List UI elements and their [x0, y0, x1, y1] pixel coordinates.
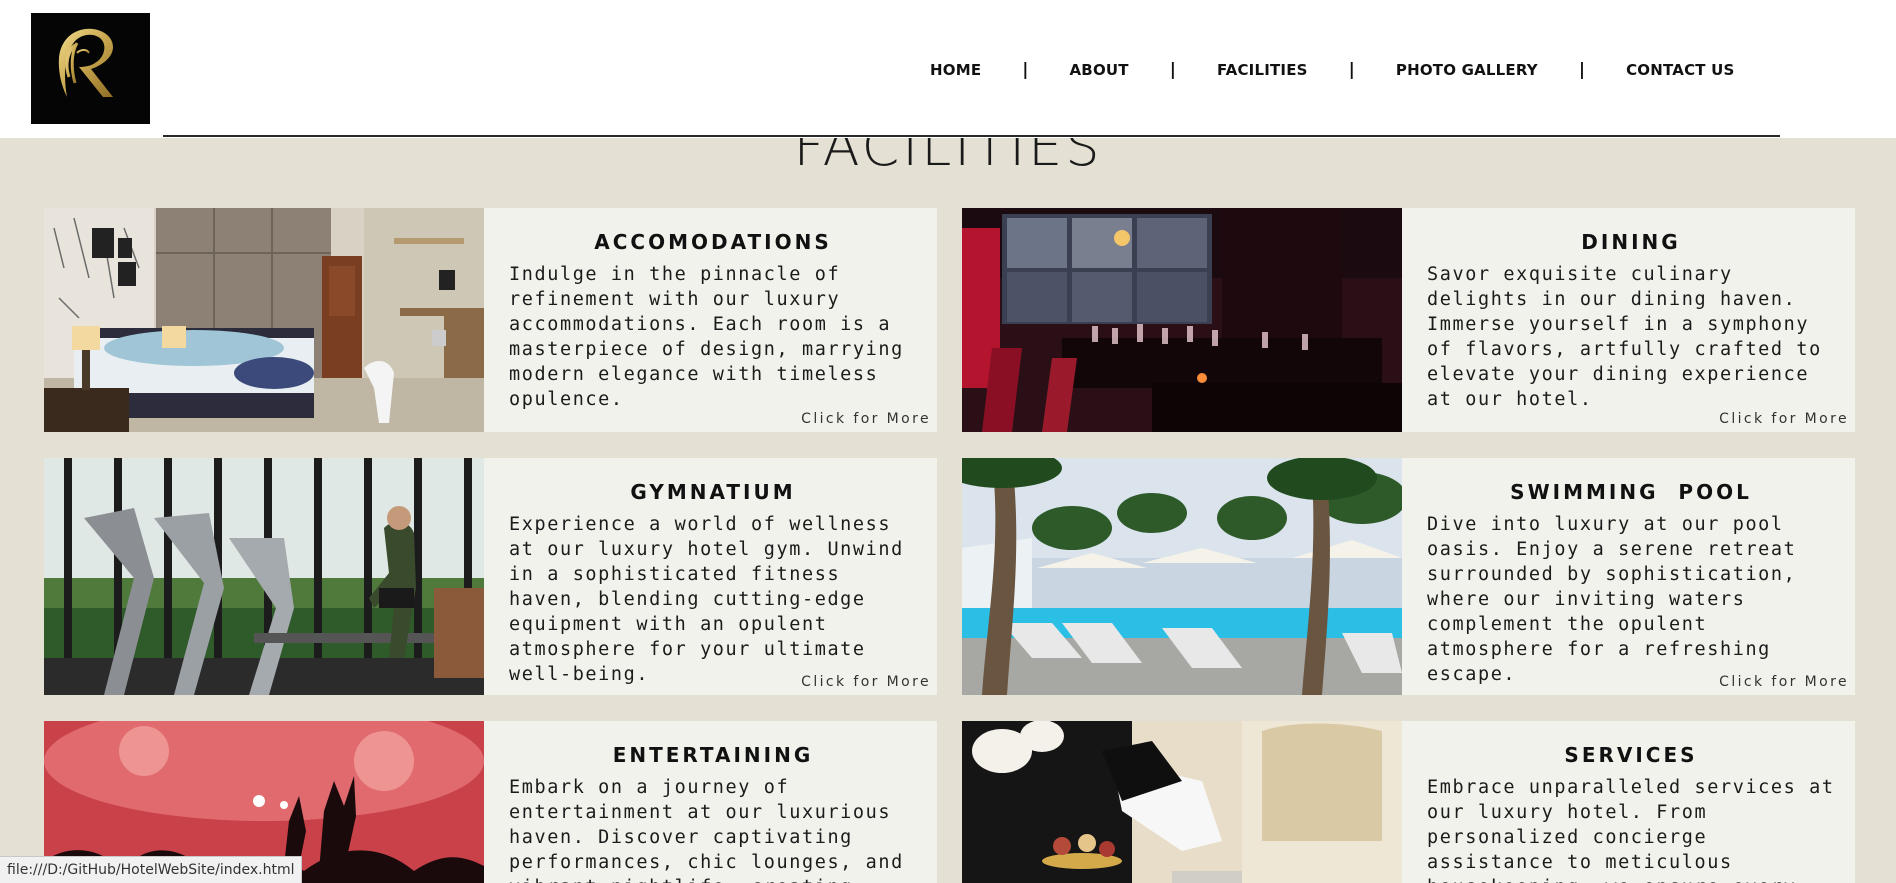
logo-r-monogram-icon: [58, 28, 113, 98]
card-body: ENTERTAINING Embark on a journey of ente…: [484, 721, 937, 883]
room-service-photo: [962, 721, 1402, 883]
main-nav: HOME | ABOUT | FACILITIES | PHOTO GALLER…: [930, 58, 1735, 82]
nav-separator: |: [1169, 60, 1176, 80]
card-body: SWIMMING POOL Dive into luxury at our po…: [1402, 458, 1855, 695]
card-title: SWIMMING POOL: [1510, 480, 1752, 504]
card-description: Embark on a journey of entertainment at …: [509, 777, 904, 883]
nav-separator: |: [1022, 60, 1029, 80]
click-for-more-link[interactable]: Click for More: [1719, 411, 1849, 427]
facility-card-services: SERVICES Embrace unparalleled services a…: [962, 721, 1855, 883]
nav-facilities-link[interactable]: FACILITIES: [1217, 61, 1308, 79]
card-description: Indulge in the pinnacle of refinement wi…: [509, 264, 904, 410]
gym-photo: [44, 458, 484, 695]
restaurant-photo: [962, 208, 1402, 432]
card-title: ACCOMODATIONS: [594, 230, 832, 254]
card-title: SERVICES: [1564, 743, 1698, 767]
card-title: DINING: [1581, 230, 1681, 254]
nav-about-link[interactable]: ABOUT: [1070, 61, 1129, 79]
click-for-more-link[interactable]: Click for More: [801, 674, 931, 690]
facility-card-gymnatium: GYMNATIUM Experience a world of wellness…: [44, 458, 937, 695]
hotel-logo[interactable]: [31, 13, 150, 124]
card-body: SERVICES Embrace unparalleled services a…: [1402, 721, 1855, 883]
card-description: Dive into luxury at our pool oasis. Enjo…: [1427, 514, 1797, 685]
card-body: ACCOMODATIONS Indulge in the pinnacle of…: [484, 208, 937, 432]
pool-photo: [962, 458, 1402, 695]
nav-separator: |: [1348, 60, 1355, 80]
click-for-more-link[interactable]: Click for More: [1719, 674, 1849, 690]
card-body: GYMNATIUM Experience a world of wellness…: [484, 458, 937, 695]
facility-card-dining: DINING Savor exquisite culinary delights…: [962, 208, 1855, 432]
facility-card-accommodations: ACCOMODATIONS Indulge in the pinnacle of…: [44, 208, 937, 432]
nav-contact-us-link[interactable]: CONTACT US: [1626, 61, 1734, 79]
nav-home-link[interactable]: HOME: [930, 61, 981, 79]
header-divider: [163, 135, 1780, 137]
card-description: Experience a world of wellness at our lu…: [509, 514, 904, 685]
card-description: Embrace unparalleled services at our lux…: [1427, 777, 1835, 883]
bedroom-photo: [44, 208, 484, 432]
site-header: HOME | ABOUT | FACILITIES | PHOTO GALLER…: [0, 0, 1896, 138]
browser-status-url: file:///D:/GitHub/HotelWebSite/index.htm…: [0, 856, 303, 883]
nav-photo-gallery-link[interactable]: PHOTO GALLERY: [1396, 61, 1538, 79]
card-title: GYMNATIUM: [630, 480, 796, 504]
nav-separator: |: [1578, 60, 1586, 80]
card-body: DINING Savor exquisite culinary delights…: [1402, 208, 1855, 432]
card-description: Savor exquisite culinary delights in our…: [1427, 264, 1822, 410]
facility-card-swimming-pool: SWIMMING POOL Dive into luxury at our po…: [962, 458, 1855, 695]
card-title: ENTERTAINING: [612, 743, 814, 767]
click-for-more-link[interactable]: Click for More: [801, 411, 931, 427]
